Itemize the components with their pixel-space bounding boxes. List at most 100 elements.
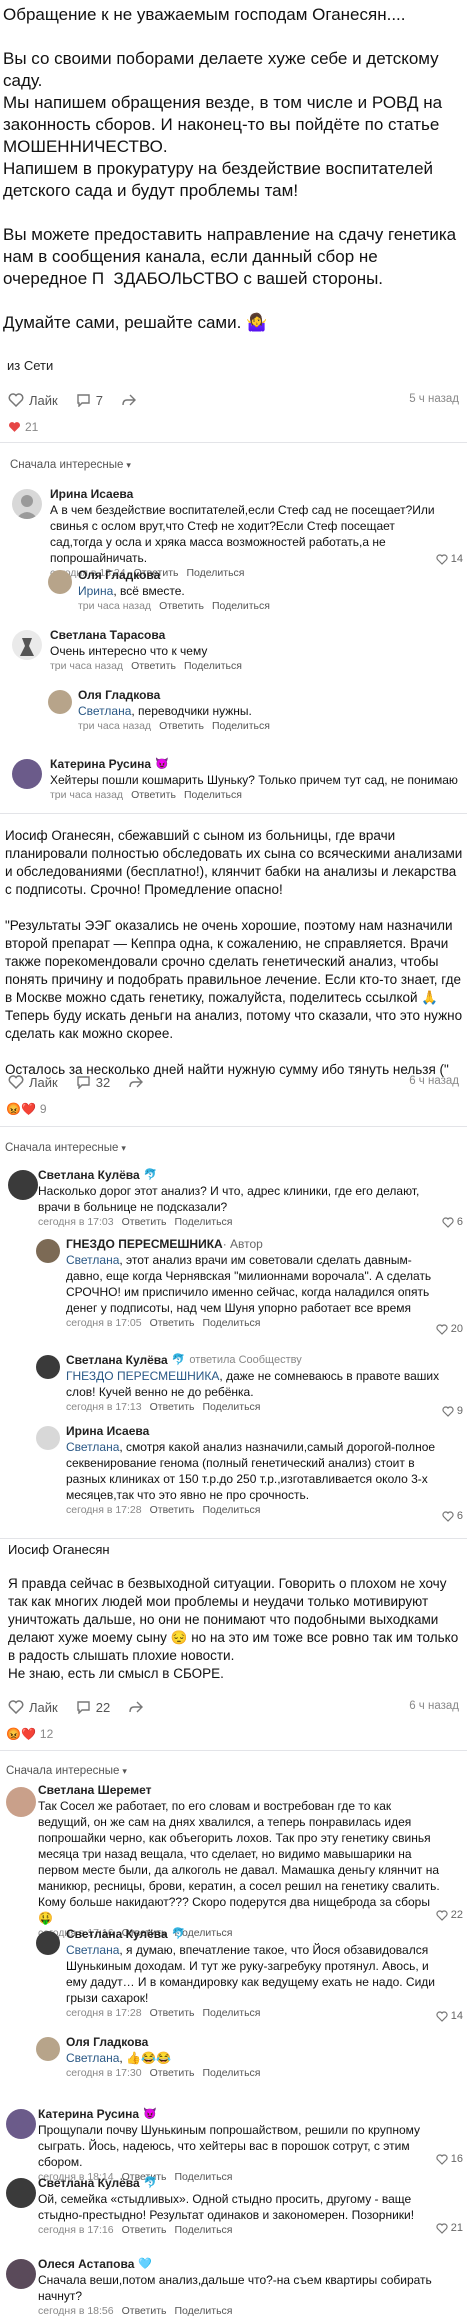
reply-button[interactable]: Ответить [150, 2067, 195, 2079]
comment-author[interactable]: Светлана Кулёва [66, 1353, 168, 1368]
sort-dropdown[interactable]: Сначала интересные ▾ [5, 1142, 467, 1154]
share-button[interactable]: Поделиться [203, 2067, 261, 2079]
share-button[interactable]: Поделиться [212, 720, 270, 732]
comment-author[interactable]: Ирина Исаева [50, 487, 450, 502]
comment-text: , 👍😂😂 [119, 2051, 171, 2065]
comment-author[interactable]: Катерина Русина [50, 757, 151, 772]
avatar[interactable] [6, 2259, 36, 2289]
share-button[interactable]: Поделиться [212, 600, 270, 612]
avatar[interactable] [36, 1355, 60, 1379]
avatar[interactable] [36, 2037, 60, 2061]
mention-link[interactable]: Светлана [78, 704, 131, 718]
comment-like-button[interactable]: 21 [436, 2222, 463, 2234]
avatar[interactable] [6, 2178, 36, 2208]
comment-author[interactable]: Светлана Кулёва [38, 2176, 140, 2191]
mention-link[interactable]: Ирина [78, 584, 113, 598]
reply-button[interactable]: Ответить [122, 1216, 167, 1228]
share-button[interactable] [121, 393, 142, 407]
comment-like-button[interactable]: 20 [436, 1323, 463, 1335]
comment-like-button[interactable]: 9 [442, 1405, 463, 1417]
share-button[interactable]: Поделиться [203, 1317, 261, 1329]
share-button[interactable]: Поделиться [203, 1401, 261, 1413]
comment-like-button[interactable]: 6 [442, 1216, 463, 1228]
post-3-time: 6 ч назад [409, 1700, 459, 1712]
comment-author[interactable]: Катерина Русина [38, 2107, 139, 2122]
comment-author[interactable]: Светлана Шеремет [38, 1783, 443, 1798]
reply-button[interactable]: Ответить [150, 1401, 195, 1413]
share-button[interactable] [128, 1700, 149, 1714]
comment-author[interactable]: Оля Гладкова [66, 2035, 465, 2050]
reply-button[interactable]: Ответить [122, 2224, 167, 2236]
avatar[interactable] [36, 1426, 60, 1450]
like-button[interactable]: Лайк [8, 393, 58, 408]
avatar[interactable] [6, 1787, 36, 1817]
comment-author[interactable]: Светлана Кулёва [38, 1168, 140, 1183]
reply-button[interactable]: Ответить [159, 600, 204, 612]
comments-button[interactable]: 32 [76, 1075, 110, 1090]
mention-link[interactable]: Светлана [66, 2051, 119, 2065]
comments-button[interactable]: 22 [76, 1700, 110, 1715]
comment-author[interactable]: Светлана Кулёва [66, 1927, 168, 1942]
post-3-actions: Лайк 22 6 ч назад [8, 1692, 463, 1722]
reply-button[interactable]: Ответить [131, 789, 176, 801]
mention-link[interactable]: Светлана [66, 1440, 119, 1454]
share-button[interactable] [128, 1075, 149, 1089]
like-button[interactable]: Лайк [8, 1075, 58, 1090]
comment-author[interactable]: Светлана Тарасова [50, 628, 465, 643]
avatar[interactable] [36, 1239, 60, 1263]
post-2: Иосиф Оганесян, сбежавший с сыном из бол… [5, 827, 465, 1079]
mention-link[interactable]: Светлана [66, 1943, 119, 1957]
avatar[interactable] [12, 489, 42, 519]
avatar[interactable] [6, 2109, 36, 2139]
like-button[interactable]: Лайк [8, 1700, 58, 1715]
comment-like-button[interactable]: 14 [436, 2010, 463, 2022]
post-3-reactions[interactable]: 😡❤️ 12 [6, 1727, 467, 1741]
reply-button[interactable]: Ответить [150, 1504, 195, 1516]
share-button[interactable]: Поделиться [203, 1504, 261, 1516]
post-2-reactions[interactable]: 😡❤️ 9 [6, 1102, 467, 1116]
comment-like-button[interactable]: 14 [436, 553, 463, 565]
avatar[interactable] [8, 1170, 38, 1200]
post-2-actions: Лайк 32 6 ч назад [8, 1067, 463, 1097]
comment-like-button[interactable]: 16 [436, 2153, 463, 2165]
share-button[interactable]: Поделиться [175, 2224, 233, 2236]
reply-button[interactable]: Ответить [150, 2007, 195, 2019]
comment: Светлана Шеремет Так Сосел же работает, … [6, 1783, 465, 1940]
comment-author[interactable]: Оля Гладкова [78, 568, 465, 583]
share-button[interactable]: Поделиться [175, 1216, 233, 1228]
reply-button[interactable]: Ответить [159, 720, 204, 732]
comment-author[interactable]: Ирина Исаева [66, 1424, 446, 1439]
avatar[interactable] [12, 759, 42, 789]
sort-dropdown[interactable]: Сначала интересные ▾ [6, 1765, 467, 1777]
mention-link[interactable]: Светлана [66, 1253, 119, 1267]
comment-author[interactable]: ГНЕЗДО ПЕРЕСМЕШНИКА [66, 1237, 223, 1252]
comment: Светлана Кулёва 🐬 Насколько дорог этот ан… [8, 1168, 465, 1229]
reply-button[interactable]: Ответить [122, 2305, 167, 2317]
comment-time: сегодня в 17:28 [66, 2007, 142, 2019]
post-3-author[interactable]: Иосиф Оганесян [8, 1542, 463, 1557]
avatar[interactable] [48, 690, 72, 714]
comment-time: сегодня в 17:28 [66, 1504, 142, 1516]
share-button[interactable]: Поделиться [203, 2007, 261, 2019]
post-1-reactions[interactable]: 21 [8, 420, 467, 434]
comment-author[interactable]: Олеся Астапова [38, 2257, 134, 2272]
share-button[interactable]: Поделиться [184, 789, 242, 801]
sort-dropdown[interactable]: Сначала интересные ▾ [10, 459, 467, 471]
comment-like-button[interactable]: 22 [436, 1909, 463, 1921]
avatar[interactable] [12, 630, 42, 660]
avatar[interactable] [48, 570, 72, 594]
post-1: Обращение к не уважаемым господам Оганес… [3, 4, 465, 334]
comments-button[interactable]: 7 [76, 393, 103, 408]
reply-button[interactable]: Ответить [150, 1317, 195, 1329]
comment-icon [77, 1701, 90, 1714]
comment: Светлана Тарасова Очень интересно что к … [12, 628, 465, 673]
comment-like-button[interactable]: 6 [442, 1510, 463, 1522]
avatar[interactable] [36, 1931, 60, 1955]
share-button[interactable]: Поделиться [184, 660, 242, 672]
share-button[interactable]: Поделиться [175, 2305, 233, 2317]
mention-link[interactable]: ГНЕЗДО ПЕРЕСМЕШНИКА [66, 1369, 219, 1383]
sort-label: Сначала интересные [5, 1142, 119, 1154]
comment-author[interactable]: Оля Гладкова [78, 688, 465, 703]
comment-reply: Ирина Исаева Светлана, смотря какой анал… [36, 1424, 465, 1522]
reply-button[interactable]: Ответить [131, 660, 176, 672]
